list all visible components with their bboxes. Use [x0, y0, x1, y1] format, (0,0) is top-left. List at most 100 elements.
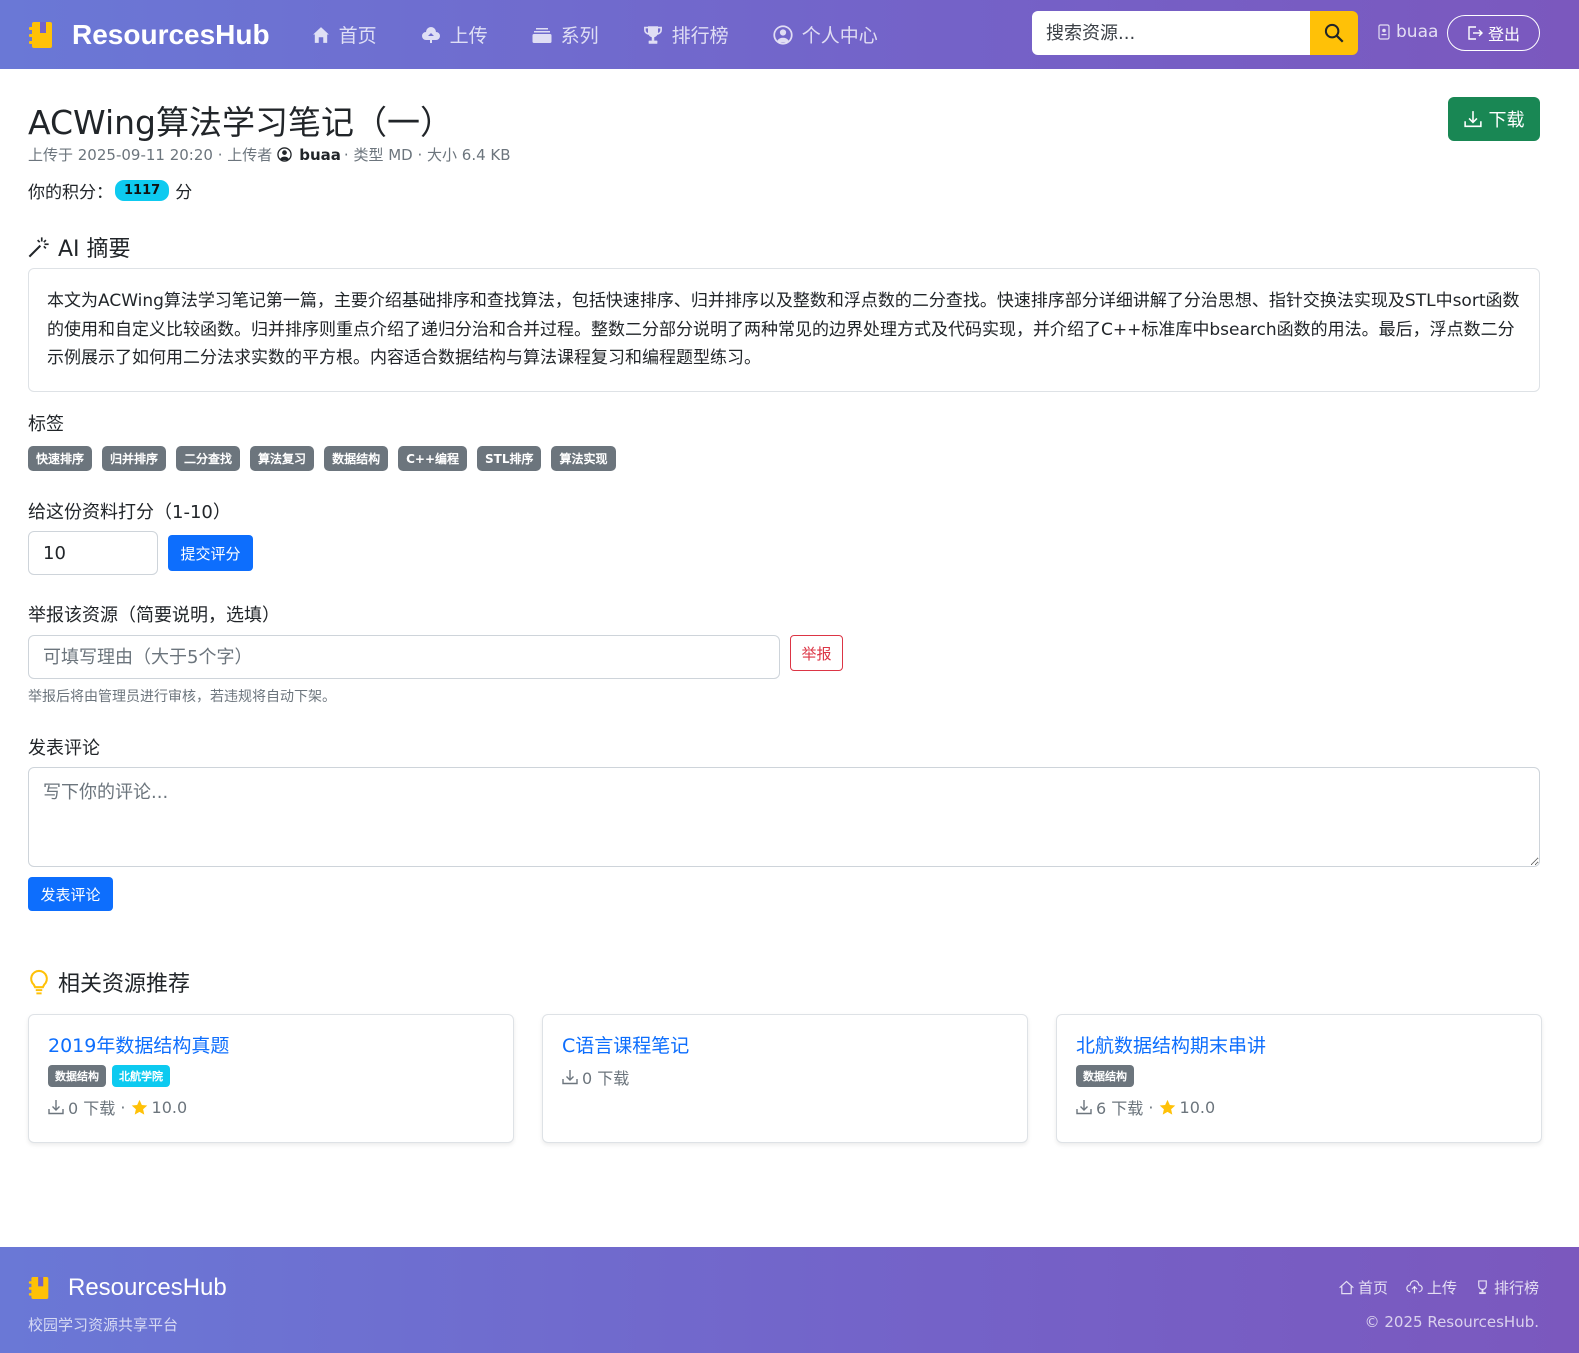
ai-summary-title: AI 摘要	[58, 237, 131, 262]
post-comment-button[interactable]: 发表评论	[28, 877, 113, 911]
footer-link-upload[interactable]: 上传	[1406, 1277, 1457, 1298]
footer-brand-name: ResourcesHub	[68, 1274, 227, 1301]
nav-upload-label: 上传	[449, 25, 488, 47]
id-badge-icon	[1378, 24, 1390, 40]
home-icon	[312, 26, 329, 43]
related-card-title[interactable]: 北航数据结构期末串讲	[1076, 1031, 1522, 1058]
collection-icon	[532, 27, 552, 43]
search-form	[1032, 11, 1358, 55]
nav-profile-label: 个人中心	[801, 25, 878, 47]
tag-badge[interactable]: 数据结构	[324, 446, 389, 471]
card-downloads: 0 下载	[68, 1099, 116, 1118]
footer-links: 首页 上传 排行榜	[1338, 1277, 1539, 1298]
card-rating: 10.0	[151, 1097, 188, 1117]
report-hint: 举报后将由管理员进行审核，若违规将自动下架。	[28, 689, 336, 705]
nav-home-label: 首页	[338, 25, 377, 47]
nav-series[interactable]: 系列	[532, 21, 599, 48]
related-card-title[interactable]: 2019年数据结构真题	[48, 1031, 494, 1058]
tag-badge[interactable]: 快速排序	[28, 446, 93, 471]
tag-badge[interactable]: 二分查找	[176, 446, 241, 471]
search-input[interactable]	[1032, 11, 1310, 55]
upload-time: 上传于 2025-09-11 20:20 · 上传者	[28, 146, 273, 164]
tag-list: 快速排序 归并排序 二分查找 算法复习 数据结构 C++编程 STL排序 算法实…	[28, 446, 616, 471]
resource-meta: 上传于 2025-09-11 20:20 · 上传者 buaa · 类型 MD …	[28, 144, 511, 165]
card-downloads: 0 下载	[582, 1069, 630, 1088]
footer-link-home[interactable]: 首页	[1338, 1277, 1388, 1298]
footer-link-leaderboard[interactable]: 排行榜	[1475, 1277, 1539, 1298]
related-card-title[interactable]: C语言课程笔记	[562, 1031, 1008, 1058]
footer-link-upload-label: 上传	[1426, 1279, 1457, 1297]
tag-badge[interactable]: STL排序	[477, 446, 542, 471]
card-tag-badge[interactable]: 数据结构	[1076, 1065, 1134, 1087]
card-downloads: 6 下载	[1096, 1099, 1144, 1118]
report-label: 举报该资源（简要说明，选填）	[28, 605, 280, 626]
report-reason-input[interactable]	[28, 635, 780, 679]
nav-profile[interactable]: 个人中心	[773, 21, 878, 48]
rating-label: 给这份资料打分（1-10）	[28, 502, 231, 523]
card-stats: 6 下载 · 10.0	[1076, 1095, 1522, 1119]
trophy-icon	[643, 25, 662, 44]
person-circle-icon	[773, 24, 793, 45]
nav-home[interactable]: 首页	[312, 21, 377, 48]
tag-badge[interactable]: C++编程	[398, 446, 467, 471]
related-card[interactable]: 北航数据结构期末串讲 数据结构 6 下载 · 10.0	[1056, 1014, 1542, 1143]
card-tag-badge[interactable]: 数据结构	[48, 1065, 106, 1087]
related-card[interactable]: C语言课程笔记 0 下载	[542, 1014, 1028, 1143]
report-button[interactable]: 举报	[790, 635, 843, 671]
current-user[interactable]: buaa	[1378, 22, 1438, 42]
tags-heading: 标签	[28, 414, 64, 435]
brand-name: ResourcesHub	[72, 18, 270, 50]
comment-label: 发表评论	[28, 738, 100, 759]
rating-input[interactable]	[28, 531, 158, 575]
footer-tagline: 校园学习资源共享平台	[28, 1316, 179, 1334]
star-icon	[1159, 1099, 1175, 1115]
lightbulb-icon	[30, 969, 48, 995]
nav-series-label: 系列	[560, 25, 599, 47]
card-tags: 数据结构	[1076, 1065, 1522, 1087]
nav-upload[interactable]: 上传	[421, 21, 488, 48]
page-title: ACWing算法学习笔记（一）	[28, 103, 453, 142]
download-button[interactable]: 下载	[1448, 97, 1540, 141]
ai-summary-text: 本文为ACWing算法学习笔记第一篇，主要介绍基础排序和查找算法，包括快速排序、…	[47, 291, 1520, 368]
uploader-name[interactable]: buaa	[299, 146, 341, 164]
comment-textarea[interactable]	[28, 767, 1540, 867]
resource-type-size: · 类型 MD · 大小 6.4 KB	[343, 146, 511, 164]
username-label: buaa	[1396, 22, 1439, 42]
submit-rating-button[interactable]: 提交评分	[168, 535, 253, 571]
logout-button[interactable]: 登出	[1447, 15, 1540, 51]
card-stats: 0 下载	[562, 1065, 1008, 1089]
nav-links: 首页 上传 系列 排行榜 个人中心	[312, 21, 922, 48]
related-card[interactable]: 2019年数据结构真题 数据结构 北航学院 0 下载 · 10.0	[28, 1014, 514, 1143]
nav-leaderboard[interactable]: 排行榜	[643, 21, 729, 48]
notebook-icon	[28, 1276, 50, 1300]
nav-leaderboard-label: 排行榜	[671, 25, 729, 47]
card-stats: 0 下载 · 10.0	[48, 1095, 494, 1119]
card-tags: 数据结构 北航学院	[48, 1065, 494, 1087]
tag-badge[interactable]: 算法实现	[551, 446, 616, 471]
related-heading: 相关资源推荐	[28, 966, 190, 998]
logout-icon	[1468, 26, 1483, 40]
tag-badge[interactable]: 算法复习	[250, 446, 315, 471]
download-icon	[48, 1100, 64, 1115]
star-icon	[131, 1099, 147, 1115]
cloud-upload-icon	[421, 26, 440, 43]
tag-badge[interactable]: 归并排序	[102, 446, 167, 471]
cloud-upload-icon	[1406, 1280, 1423, 1294]
search-button[interactable]	[1310, 11, 1358, 55]
ai-summary-heading: AI 摘要	[28, 231, 131, 263]
related-title: 相关资源推荐	[58, 972, 191, 997]
points-label: 你的积分：	[28, 183, 113, 203]
footer-brand[interactable]: ResourcesHub	[28, 1274, 227, 1302]
related-cards: 2019年数据结构真题 数据结构 北航学院 0 下载 · 10.0 C语言课程笔…	[28, 1014, 1542, 1143]
copyright: © 2025 ResourcesHub.	[1364, 1313, 1539, 1331]
card-rating: 10.0	[1179, 1097, 1216, 1117]
footer-link-leaderboard-label: 排行榜	[1493, 1279, 1539, 1297]
trophy-icon	[1478, 1280, 1487, 1295]
logout-label: 登出	[1487, 27, 1520, 44]
download-label: 下载	[1488, 110, 1525, 130]
stat-separator: ·	[115, 1097, 131, 1117]
brand-logo[interactable]: ResourcesHub	[28, 19, 270, 51]
card-tag-badge[interactable]: 北航学院	[112, 1065, 170, 1087]
footer-link-home-label: 首页	[1357, 1279, 1388, 1297]
person-circle-icon	[277, 147, 292, 162]
